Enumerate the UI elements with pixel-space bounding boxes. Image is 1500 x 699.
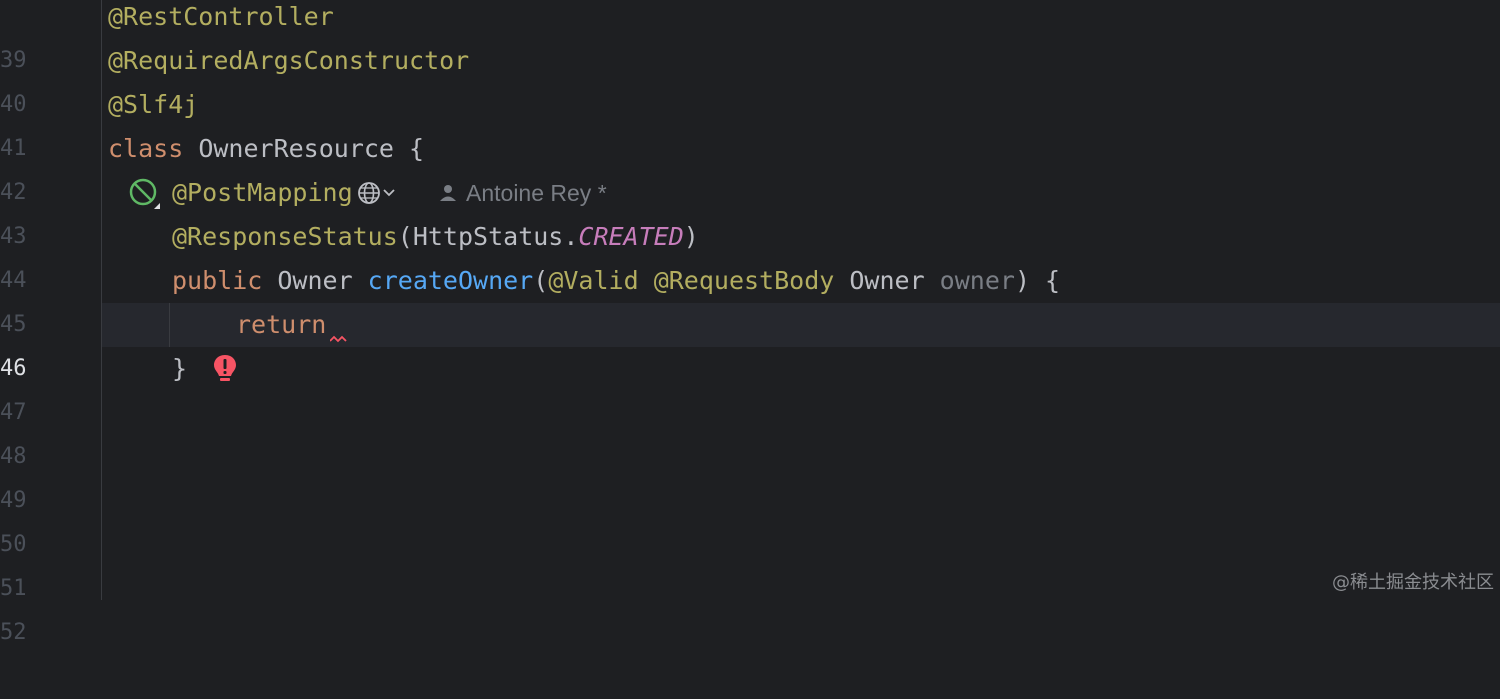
code-text: public Owner createOwner(@Valid @Request… [172, 266, 1061, 295]
indent-guide [169, 303, 170, 347]
code-author-hint[interactable]: Antoine Rey * [438, 171, 607, 215]
code-line[interactable]: 48 [0, 391, 1500, 469]
code-line-current[interactable]: 46 return [0, 303, 1500, 381]
code-text: @Slf4j [108, 90, 199, 119]
code-line[interactable]: 51 [0, 523, 1500, 601]
code-line[interactable]: 49 [0, 435, 1500, 513]
code-text: return [236, 310, 327, 339]
error-squiggle [330, 335, 347, 343]
code-text: @PostMapping [172, 171, 399, 215]
globe-chevron-icon[interactable] [357, 180, 399, 206]
spring-bean-icon[interactable] [38, 133, 161, 209]
code-line[interactable]: 47 } [0, 347, 1500, 425]
code-editor[interactable]: 39 @RestController 40 @RequiredArgsConst… [0, 0, 1500, 645]
code-text: @ResponseStatus(HttpStatus.CREATED) [172, 222, 699, 251]
spring-endpoint-icon[interactable] [38, 265, 159, 339]
code-line[interactable]: 41 @Slf4j [0, 83, 1500, 161]
code-text: @RestController [108, 2, 334, 31]
watermark: @稀土掘金技术社区 [1332, 572, 1494, 593]
code-line[interactable]: 45 public Owner createOwner(@Valid @Requ… [0, 259, 1500, 339]
code-line[interactable]: 52 [0, 567, 1500, 645]
code-line[interactable]: 43 @PostMapping Antoine Rey * [0, 171, 1500, 249]
code-text: class OwnerResource { [108, 134, 425, 163]
code-text: } [172, 354, 188, 383]
code-line[interactable]: 44 @ResponseStatus(HttpStatus.CREATED) [0, 215, 1500, 293]
code-line[interactable]: 40 @RequiredArgsConstructor [0, 39, 1500, 117]
code-text: @RequiredArgsConstructor [108, 46, 470, 75]
code-line[interactable]: 39 @RestController [0, 0, 1500, 73]
error-bulb-icon[interactable] [122, 309, 237, 381]
code-line[interactable]: 42 class OwnerResource { [0, 127, 1500, 209]
code-line[interactable]: 50 [0, 479, 1500, 557]
line-number: 52 [0, 620, 27, 645]
user-icon [440, 185, 456, 201]
